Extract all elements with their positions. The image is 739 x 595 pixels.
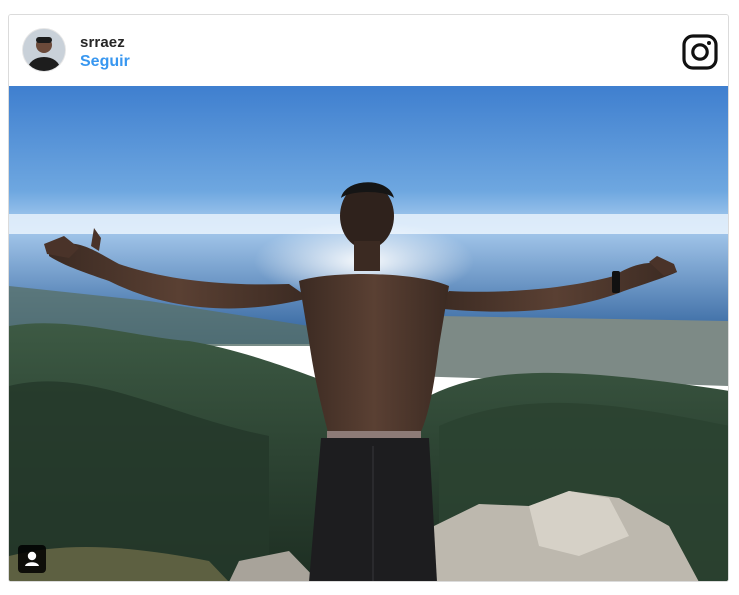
post-header: srraez Seguir bbox=[9, 15, 728, 86]
user-tag-icon[interactable] bbox=[18, 545, 46, 573]
instagram-icon[interactable] bbox=[682, 34, 718, 70]
follow-button[interactable]: Seguir bbox=[80, 53, 130, 71]
avatar[interactable] bbox=[23, 29, 65, 71]
instagram-embed-card: srraez Seguir bbox=[8, 14, 729, 582]
post-photo[interactable] bbox=[9, 86, 728, 581]
username[interactable]: srraez bbox=[80, 34, 125, 51]
